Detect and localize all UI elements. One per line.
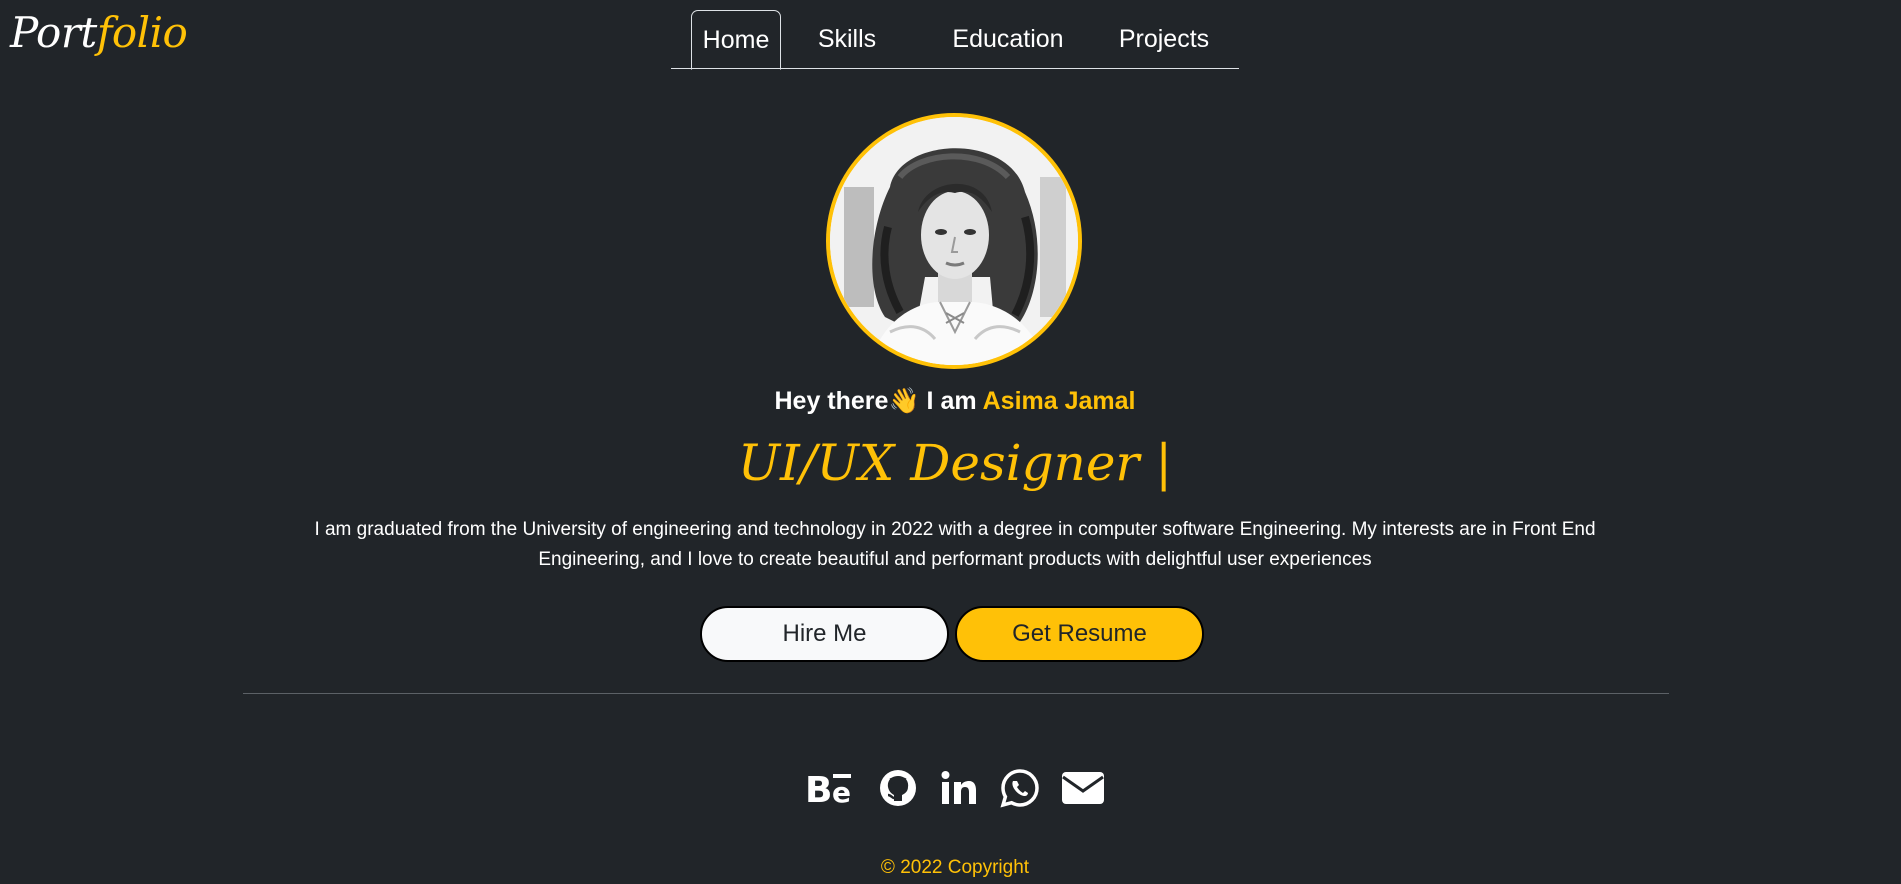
person-name: Asima Jamal [982, 387, 1136, 415]
whatsapp-icon[interactable] [1000, 768, 1040, 808]
profile-avatar [826, 113, 1082, 369]
wave-icon: 👋 [888, 387, 920, 415]
tab-projects[interactable]: Projects [1099, 10, 1229, 69]
logo-part-folio: folio [96, 8, 188, 57]
nav-tabs: Home Skills Education Projects [671, 10, 1239, 70]
behance-icon[interactable]: B e [805, 768, 857, 808]
tab-skills[interactable]: Skills [805, 10, 889, 69]
linkedin-icon[interactable] [939, 768, 979, 808]
get-resume-button[interactable]: Get Resume [955, 606, 1204, 662]
greeting-line: Hey there👋 I am Asima Jamal [0, 383, 1901, 419]
tab-education[interactable]: Education [943, 10, 1073, 69]
role-title: UI/UX Designer | [737, 434, 1173, 492]
logo[interactable]: Portfolio [10, 6, 188, 60]
hire-me-button[interactable]: Hire Me [700, 606, 949, 662]
profile-portrait-image [830, 117, 1078, 365]
social-links: B e [0, 768, 1901, 816]
copyright-text: © 2022 Copyright [880, 857, 1030, 878]
greeting-text: Hey there [774, 387, 889, 415]
i-am-text: I am [926, 387, 977, 415]
bio-paragraph: I am graduated from the University of en… [314, 519, 1596, 570]
section-divider [243, 693, 1669, 694]
logo-part-port: Port [10, 8, 97, 57]
github-icon[interactable] [878, 768, 918, 808]
envelope-icon[interactable] [1061, 768, 1105, 808]
svg-text:e: e [832, 776, 851, 808]
svg-text:B: B [805, 770, 832, 808]
portrait-illustration [830, 117, 1078, 365]
tab-home[interactable]: Home [691, 10, 781, 70]
